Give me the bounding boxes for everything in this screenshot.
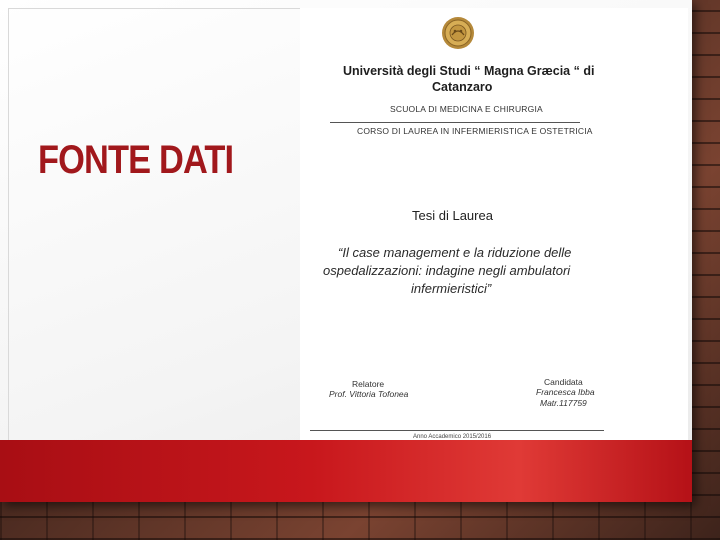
thesis-title-line1: “Il case management e la riduzione delle — [338, 245, 572, 260]
slide: FONTE DATI Università degli Studi “ Magn… — [0, 0, 692, 502]
thesis-title-line3: infermieristici” — [411, 281, 492, 296]
university-seal-icon — [442, 17, 474, 49]
footer-rule — [310, 430, 604, 431]
course-name: CORSO DI LAUREA IN INFERMIERISTICA E OST… — [357, 126, 593, 136]
relatore-label: Relatore — [352, 379, 385, 389]
thesis-cover-image: Università degli Studi “ Magna Græcia “ … — [300, 8, 688, 500]
candidata-label: Candidata — [544, 377, 583, 387]
university-name-line2: Catanzaro — [432, 80, 493, 94]
thesis-title-line2: ospedalizzazioni: indagine negli ambulat… — [323, 263, 571, 278]
slide-heading: FONTE DATI — [38, 138, 234, 182]
university-name-line1: Università degli Studi “ Magna Græcia “ … — [343, 64, 595, 78]
header-rule — [330, 122, 580, 123]
thesis-label: Tesi di Laurea — [412, 208, 493, 223]
candidata-name: Francesca Ibba — [536, 387, 595, 397]
school-name: SCUOLA DI MEDICINA E CHIRURGIA — [390, 104, 543, 114]
candidata-matr: Matr.117759 — [540, 398, 587, 408]
footer-red-band — [0, 440, 692, 502]
relatore-name: Prof. Vittoria Tofonea — [329, 389, 409, 399]
